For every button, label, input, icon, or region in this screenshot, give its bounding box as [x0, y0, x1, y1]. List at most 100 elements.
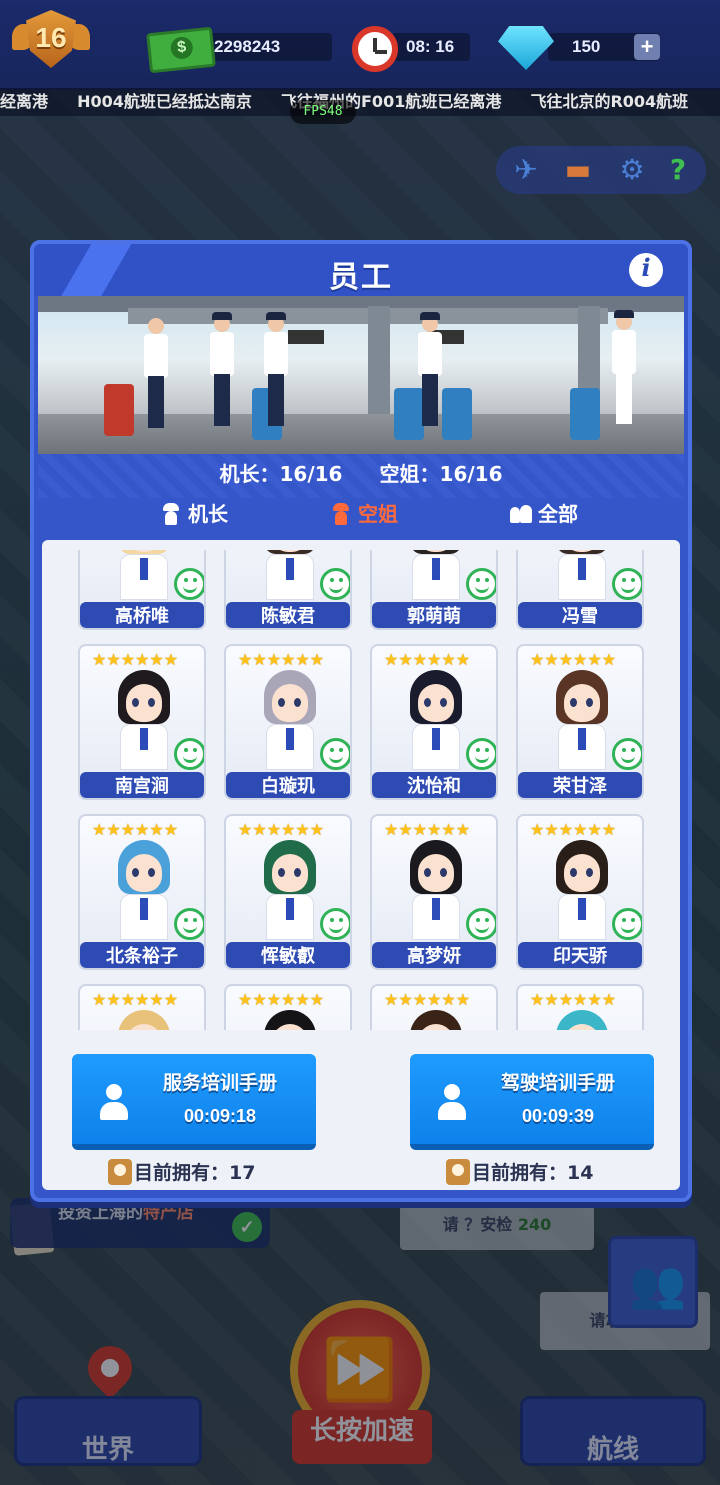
tab-captain-label: 机长	[188, 502, 228, 526]
attendant-avatar	[548, 670, 616, 770]
attendant-name: 沈怡和	[372, 772, 496, 798]
attendant-avatar	[256, 1010, 324, 1030]
crew-member	[416, 312, 444, 426]
eye	[278, 868, 285, 877]
attendant-avatar	[256, 840, 324, 940]
star-rating: ★★★★★★	[238, 820, 324, 840]
happy-face-icon	[466, 568, 496, 600]
attendant-card[interactable]: ★★★★★★ 沈怡和	[370, 644, 498, 800]
eye	[586, 698, 593, 707]
attendant-grid-scroll[interactable]: ★★★★★★高桥唯★★★★★★陈敏君★★★★★★郭萌萌★★★★★★冯雪★★★★★…	[42, 550, 680, 1030]
game-clock: 08: 16	[392, 33, 470, 61]
star-icon: ★	[412, 820, 428, 839]
uniform-tie	[578, 898, 586, 920]
attendant-card[interactable]: ★★★★★★	[370, 984, 498, 1030]
star-icon: ★	[573, 820, 588, 839]
attendant-avatar	[256, 550, 324, 600]
star-icon: ★	[266, 650, 282, 669]
ticker-item: 经离港	[0, 92, 49, 111]
group-icon	[510, 503, 532, 525]
attendant-avatar	[548, 1010, 616, 1030]
star-rating: ★★★★★★	[530, 650, 616, 670]
staff-list-panel: ★★★★★★高桥唯★★★★★★陈敏君★★★★★★郭萌萌★★★★★★冯雪★★★★★…	[42, 540, 680, 1190]
service-manual-countdown: 00:09:18	[183, 1106, 257, 1126]
help-icon[interactable]: ?	[660, 152, 696, 188]
attendant-name: 恽敏叡	[226, 942, 350, 968]
eye	[148, 698, 155, 707]
attendant-name: 白璇玑	[226, 772, 350, 798]
eye	[586, 868, 593, 877]
attendant-card[interactable]: ★★★★★★ 北条裕子	[78, 814, 206, 970]
attendant-card[interactable]: ★★★★★★ 南宫涧	[78, 644, 206, 800]
tab-captain[interactable]: 机长	[134, 498, 254, 540]
attendant-card[interactable]: ★★★★★★ 白璇玑	[224, 644, 352, 800]
happy-face-icon	[174, 738, 204, 770]
attendant-name: 南宫涧	[80, 772, 204, 798]
star-icon: ★	[149, 820, 164, 839]
star-icon: ★	[441, 820, 456, 839]
captain-count: 机长：16/16	[219, 462, 343, 486]
eye	[424, 698, 431, 707]
uniform-tie	[432, 728, 440, 750]
attendant-card[interactable]: ★★★★★★	[516, 984, 644, 1030]
attendant-card[interactable]: ★★★★★★陈敏君	[224, 550, 352, 630]
news-ticker: 经离港 H004航班已经抵达南京 飞往福州的F001航班已经离港 飞往北京的R0…	[0, 88, 720, 116]
attendant-avatar	[548, 840, 616, 940]
eye	[278, 698, 285, 707]
book-icon[interactable]: ▬	[560, 152, 596, 188]
attendant-card[interactable]: ★★★★★★ 恽敏叡	[224, 814, 352, 970]
star-rating: ★★★★★★	[92, 650, 178, 670]
star-icon: ★	[455, 820, 471, 839]
star-icon: ★	[441, 990, 456, 1009]
star-icon: ★	[427, 820, 442, 839]
uniform-tie	[140, 898, 148, 920]
happy-face-icon	[612, 568, 642, 600]
star-icon: ★	[92, 990, 107, 1009]
tab-all-label: 全部	[538, 502, 578, 526]
attendant-card[interactable]: ★★★★★★	[78, 984, 206, 1030]
happy-face-icon	[466, 908, 496, 940]
info-button[interactable]: i	[629, 253, 663, 287]
uniform-tie	[286, 728, 294, 750]
tab-attendant[interactable]: 空姐	[304, 498, 424, 540]
service-manual-button[interactable]: 服务培训手册 00:09:18	[72, 1054, 316, 1150]
star-icon: ★	[309, 990, 325, 1009]
level-number: 16	[35, 22, 67, 53]
attendant-avatar	[110, 840, 178, 940]
star-icon: ★	[601, 820, 617, 839]
pilot-manual-button[interactable]: 驾驶培训手册 00:09:39	[410, 1054, 654, 1150]
tab-all[interactable]: 全部	[484, 498, 604, 540]
star-icon: ★	[281, 820, 296, 839]
attendant-card[interactable]: ★★★★★★ 高梦妍	[370, 814, 498, 970]
attendant-card[interactable]: ★★★★★★ 印天骄	[516, 814, 644, 970]
attendant-card[interactable]: ★★★★★★冯雪	[516, 550, 644, 630]
star-icon: ★	[427, 990, 442, 1009]
star-icon: ★	[106, 650, 121, 669]
star-icon: ★	[135, 990, 150, 1009]
star-icon: ★	[398, 650, 413, 669]
gear-icon[interactable]: ⚙	[614, 152, 650, 188]
add-gems-button[interactable]: +	[634, 34, 660, 60]
uniform-tie	[140, 728, 148, 750]
attendant-name: 北条裕子	[80, 942, 204, 968]
attendant-card[interactable]: ★★★★★★ 荣甘泽	[516, 644, 644, 800]
star-icon: ★	[573, 650, 588, 669]
eye	[424, 868, 431, 877]
eye	[440, 868, 447, 877]
alarm-clock-icon[interactable]	[352, 26, 398, 72]
attendant-icon	[98, 1084, 130, 1120]
star-rating: ★★★★★★	[530, 820, 616, 840]
attendant-card[interactable]: ★★★★★★	[224, 984, 352, 1030]
star-icon: ★	[601, 990, 617, 1009]
star-icon: ★	[252, 650, 267, 669]
airplane-icon[interactable]: ✈	[508, 152, 544, 188]
pilot-manual-owned-text: 目前拥有：14	[472, 1162, 594, 1184]
happy-face-icon	[612, 908, 642, 940]
star-icon: ★	[281, 650, 296, 669]
star-rating: ★★★★★★	[238, 990, 324, 1010]
star-icon: ★	[530, 820, 545, 839]
attendant-card[interactable]: ★★★★★★郭萌萌	[370, 550, 498, 630]
attendant-avatar	[402, 840, 470, 940]
attendant-card[interactable]: ★★★★★★高桥唯	[78, 550, 206, 630]
level-badge[interactable]: 16	[12, 10, 90, 72]
